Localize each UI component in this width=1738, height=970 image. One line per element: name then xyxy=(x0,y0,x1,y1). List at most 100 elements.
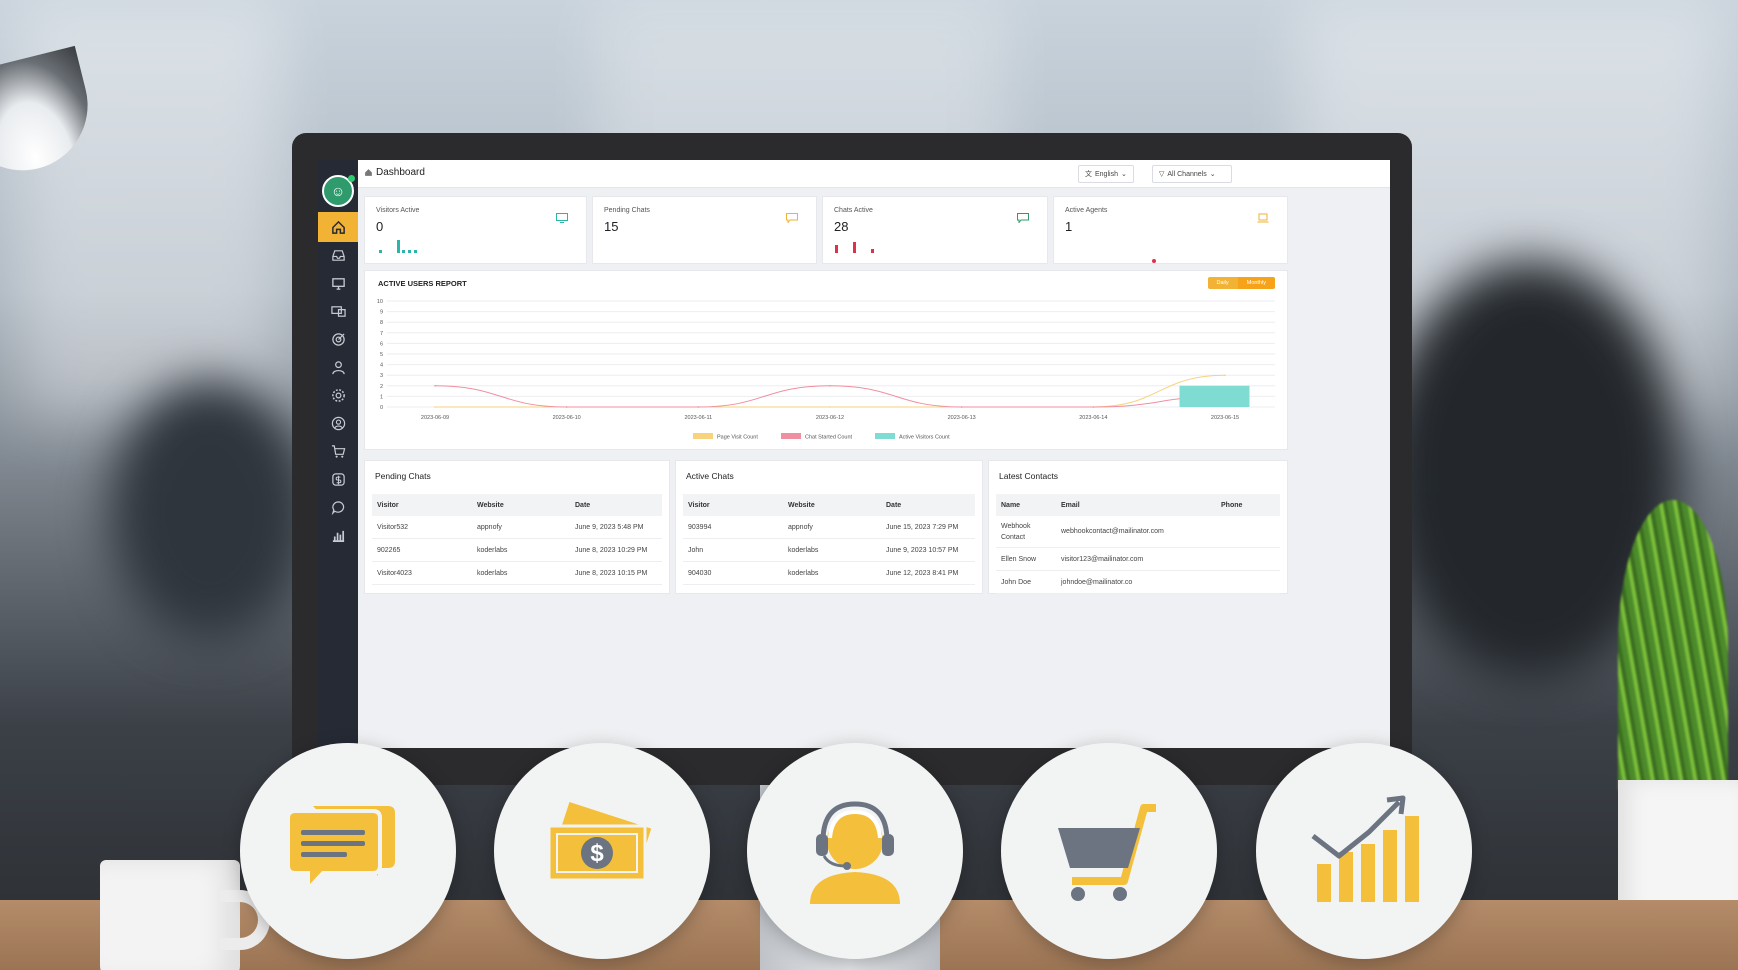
cell-visitor: Visitor532 xyxy=(377,523,409,531)
cell-website: koderlabs xyxy=(477,569,508,577)
pending-chats-table: Visitor Website Date Visitor532 appnofy … xyxy=(372,494,662,585)
stat-card-agents: Active Agents 1 xyxy=(1053,196,1288,264)
sidebar-item-cart[interactable] xyxy=(318,436,358,466)
shopping-cart-icon xyxy=(1058,804,1156,901)
cell-date: June 8, 2023 10:29 PM xyxy=(575,546,648,554)
y-tick-label: 1 xyxy=(380,394,383,400)
stat-card-chats-active: Chats Active 28 xyxy=(822,196,1048,264)
sidebar-item-settings[interactable] xyxy=(318,380,358,410)
data-point xyxy=(960,406,963,408)
sidebar-item-screens[interactable] xyxy=(318,296,358,326)
settings-icon xyxy=(331,388,345,402)
y-tick-label: 6 xyxy=(380,341,383,347)
period-toggle: Daily Monthly xyxy=(1207,277,1275,289)
sidebar-item-analytics[interactable] xyxy=(318,520,358,550)
cell-email: johndoe@mailinator.co xyxy=(1061,578,1133,586)
sidebar-item-inbox[interactable] xyxy=(318,240,358,270)
series-line xyxy=(435,374,1226,408)
table-row[interactable]: 904030 koderlabs June 12, 2023 8:41 PM xyxy=(683,562,975,585)
pending-chats-panel: Pending Chats Visitor Website Date Visit… xyxy=(364,460,670,594)
legend-swatch xyxy=(875,433,895,439)
table-header: Name Email Phone xyxy=(996,494,1280,516)
x-tick-label: 2023-06-14 xyxy=(1079,415,1107,421)
cell-name: Webhook Contact xyxy=(1001,522,1031,541)
language-dropdown[interactable]: 文 English ⌄ xyxy=(1078,165,1134,183)
cell-website: appnofy xyxy=(788,523,813,531)
y-tick-label: 5 xyxy=(380,352,383,358)
column-header: Date xyxy=(886,501,902,509)
channels-dropdown[interactable]: ▽ All Channels ⌄ xyxy=(1152,165,1232,183)
chat-bubbles-icon xyxy=(286,806,395,895)
inbox-icon xyxy=(331,249,345,261)
sparkline xyxy=(375,237,495,253)
cell-website: appnofy xyxy=(477,523,502,531)
sidebar-item-billing[interactable] xyxy=(318,464,358,494)
y-tick-label: 4 xyxy=(380,363,383,369)
cell-visitor: 902265 xyxy=(377,546,401,554)
column-header: Website xyxy=(788,501,815,509)
toggle-monthly[interactable]: Monthly xyxy=(1237,277,1275,289)
column-header: Visitor xyxy=(377,501,399,509)
stat-card-visitors: Visitors Active 0 xyxy=(364,196,587,264)
cell-name: John Doe xyxy=(1001,578,1031,586)
table-row[interactable]: John Doe johndoe@mailinator.co xyxy=(996,571,1280,594)
legend-swatch xyxy=(781,433,801,439)
table-row[interactable]: Ellen Snow visitor123@mailinator.com xyxy=(996,548,1280,571)
table-row[interactable]: 902265 koderlabs June 8, 2023 10:29 PM xyxy=(372,539,662,562)
sidebar-item-user[interactable] xyxy=(318,352,358,382)
feature-payments: $ xyxy=(494,743,710,959)
table-row[interactable]: Webhook Contact webhookcontact@mailinato… xyxy=(996,516,1280,548)
cell-date: June 15, 2023 7:29 PM xyxy=(886,523,959,531)
screens-icon xyxy=(330,305,346,317)
stat-value: 28 xyxy=(834,219,849,234)
column-header: Phone xyxy=(1221,501,1243,509)
toggle-daily[interactable]: Daily xyxy=(1207,277,1238,289)
table-row[interactable]: Visitor4023 koderlabs June 8, 2023 10:15… xyxy=(372,562,662,585)
chevron-down-icon: ⌄ xyxy=(1209,171,1216,178)
stat-label: Pending Chats xyxy=(604,207,650,214)
column-header: Email xyxy=(1061,501,1080,509)
y-tick-label: 0 xyxy=(380,405,383,411)
legend-swatch xyxy=(693,433,713,439)
monitor-icon xyxy=(556,213,568,223)
x-tick-label: 2023-06-11 xyxy=(684,415,712,421)
line-chart: 0 1 2 3 4 5 6 7 8 9 10 2023-06-09 2023-06-10 2023-06-… xyxy=(377,299,1275,441)
table-header: Visitor Website Date xyxy=(372,494,662,516)
cell-email: webhookcontact@mailinator.com xyxy=(1061,528,1164,535)
dollar-icon xyxy=(331,472,345,486)
sidebar-item-profile[interactable] xyxy=(318,408,358,438)
sparkline-bar xyxy=(402,250,405,253)
target-icon xyxy=(331,332,345,346)
table-row[interactable]: 903994 appnofy June 15, 2023 7:29 PM xyxy=(683,516,975,539)
svg-text:$: $ xyxy=(590,840,604,867)
sidebar-item-home[interactable] xyxy=(318,212,358,242)
cell-date: June 9, 2023 10:57 PM xyxy=(886,546,959,554)
data-point xyxy=(434,406,436,408)
sidebar-item-target[interactable] xyxy=(318,324,358,354)
y-tick-label: 9 xyxy=(380,310,383,316)
active-chats-panel: Active Chats Visitor Website Date 903994… xyxy=(675,460,983,594)
table-row[interactable]: Visitor532 appnofy June 9, 2023 5:48 PM xyxy=(372,516,662,539)
user-icon xyxy=(331,360,345,374)
data-point xyxy=(697,406,700,408)
panel-title: Latest Contacts xyxy=(999,471,1059,481)
chat-icon xyxy=(1017,213,1029,223)
filter-icon: ▽ xyxy=(1159,171,1165,178)
chevron-down-icon: ⌄ xyxy=(1120,171,1127,178)
chart-title: ACTIVE USERS REPORT xyxy=(378,279,467,288)
sparkline-dot xyxy=(1152,259,1156,263)
y-tick-label: 7 xyxy=(380,331,383,337)
x-tick-label: 2023-06-10 xyxy=(553,415,581,421)
table-row[interactable]: John koderlabs June 9, 2023 10:57 PM xyxy=(683,539,975,562)
cell-date: June 9, 2023 5:48 PM xyxy=(575,523,644,531)
sidebar: ☺ xyxy=(318,160,358,748)
panel-title: Active Chats xyxy=(686,471,734,481)
x-tick-label: 2023-06-13 xyxy=(948,415,976,421)
sidebar-item-chats[interactable] xyxy=(318,492,358,522)
chart-bar xyxy=(1179,385,1250,407)
column-header: Date xyxy=(575,501,591,509)
cell-website: koderlabs xyxy=(788,569,819,577)
y-tick-label: 2 xyxy=(380,384,383,390)
user-circle-icon xyxy=(331,416,345,430)
sidebar-item-monitor[interactable] xyxy=(318,268,358,298)
